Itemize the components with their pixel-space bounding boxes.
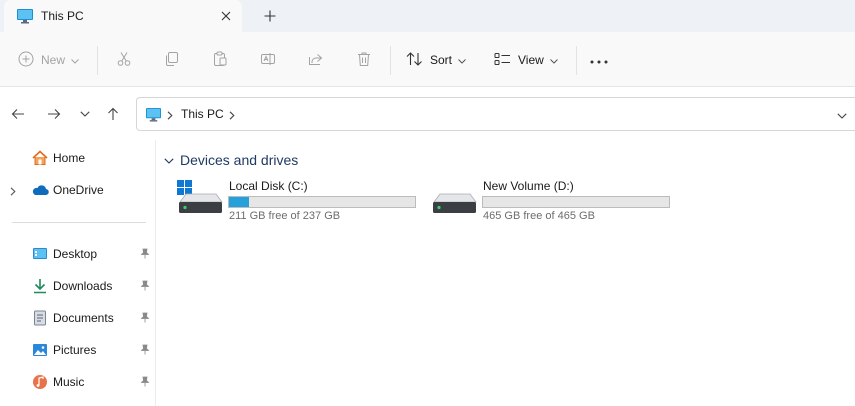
back-arrow-icon[interactable] xyxy=(9,105,27,123)
see-more-button[interactable] xyxy=(590,46,608,74)
add-icon xyxy=(18,51,34,70)
address-dropdown-chevron-icon[interactable] xyxy=(837,108,847,122)
pin-icon[interactable] xyxy=(140,248,150,262)
sidebar-item-home[interactable]: Home xyxy=(0,144,156,172)
sidebar-item-label: OneDrive xyxy=(53,183,104,197)
sidebar-item-music[interactable]: Music xyxy=(0,368,156,396)
new-label: New xyxy=(41,53,66,67)
rename-button[interactable] xyxy=(260,46,276,74)
address-bar[interactable]: This PC xyxy=(136,97,855,131)
drive-usage-fill xyxy=(229,197,250,207)
drive-name: Local Disk (C:) xyxy=(229,179,308,193)
view-label: View xyxy=(518,53,544,67)
tab-this-pc[interactable]: This PC xyxy=(4,0,242,32)
desktop-icon xyxy=(32,246,48,262)
group-title: Devices and drives xyxy=(180,152,299,168)
pin-icon[interactable] xyxy=(140,312,150,326)
cut-button[interactable] xyxy=(116,46,132,74)
sort-label: Sort xyxy=(430,53,453,67)
sidebar-item-label: Documents xyxy=(53,311,114,325)
system-drive-icon xyxy=(176,176,224,219)
sidebar-divider xyxy=(12,222,146,223)
onedrive-icon xyxy=(32,182,49,198)
chevron-right-icon[interactable] xyxy=(229,109,235,123)
tab-title: This PC xyxy=(41,9,84,23)
pin-icon[interactable] xyxy=(140,376,150,390)
recent-locations-chevron-icon[interactable] xyxy=(76,105,94,123)
sidebar-item-desktop[interactable]: Desktop xyxy=(0,240,156,268)
sidebar-item-onedrive[interactable]: OneDrive xyxy=(0,176,156,204)
downloads-icon xyxy=(32,278,48,294)
share-icon xyxy=(308,51,324,70)
chevron-right-icon[interactable] xyxy=(10,185,16,199)
sidebar-item-label: Downloads xyxy=(53,279,113,293)
home-icon xyxy=(32,150,48,166)
drive-item-d[interactable]: New Volume (D:) 465 GB free of 465 GB xyxy=(430,176,675,226)
drive-item-c[interactable]: Local Disk (C:) 211 GB free of 237 GB xyxy=(176,176,421,226)
paste-icon xyxy=(212,51,228,70)
copy-button[interactable] xyxy=(164,46,180,74)
drive-free-space: 465 GB free of 465 GB xyxy=(483,210,595,222)
forward-arrow-icon[interactable] xyxy=(45,105,63,123)
new-tab-icon[interactable] xyxy=(260,6,280,26)
chevron-right-icon[interactable] xyxy=(167,109,173,123)
this-pc-icon xyxy=(16,8,34,27)
trash-icon xyxy=(356,51,372,70)
this-pc-icon xyxy=(145,107,162,125)
paste-button[interactable] xyxy=(212,46,228,74)
navigation-pane: Home OneDrive Desktop Downloads Document… xyxy=(0,140,156,406)
delete-button[interactable] xyxy=(356,46,372,74)
documents-icon xyxy=(32,310,48,326)
toolbar-divider xyxy=(576,46,577,75)
breadcrumb-this-pc[interactable]: This PC xyxy=(181,107,224,121)
drive-free-space: 211 GB free of 237 GB xyxy=(229,210,341,222)
drive-usage-bar xyxy=(228,196,416,208)
rename-icon xyxy=(260,51,276,70)
sidebar-item-pictures[interactable]: Pictures xyxy=(0,336,156,364)
up-arrow-icon[interactable] xyxy=(104,105,122,123)
sidebar-item-label: Home xyxy=(53,151,86,165)
copy-icon xyxy=(164,51,180,70)
pictures-icon xyxy=(32,342,48,358)
new-button[interactable]: New xyxy=(18,46,79,74)
sidebar-item-label: Desktop xyxy=(53,247,98,261)
sidebar-item-label: Pictures xyxy=(53,343,97,357)
sidebar-item-label: Music xyxy=(53,375,85,389)
drive-usage-bar xyxy=(482,196,670,208)
share-button[interactable] xyxy=(308,46,324,74)
chevron-down-icon xyxy=(458,53,466,67)
devices-and-drives-header[interactable]: Devices and drives xyxy=(164,152,298,168)
view-icon xyxy=(494,51,511,70)
sort-button[interactable]: Sort xyxy=(406,46,466,74)
toolbar-divider xyxy=(390,46,391,75)
view-button[interactable]: View xyxy=(494,46,558,74)
chevron-down-icon xyxy=(71,53,79,67)
command-bar: New Sort View xyxy=(0,32,855,87)
sort-icon xyxy=(406,51,423,70)
drive-name: New Volume (D:) xyxy=(483,179,574,193)
sidebar-item-documents[interactable]: Documents xyxy=(0,304,156,332)
chevron-down-icon xyxy=(549,53,558,67)
sidebar-item-downloads[interactable]: Downloads xyxy=(0,272,156,300)
tab-strip: This PC xyxy=(0,0,855,32)
pin-icon[interactable] xyxy=(140,344,150,358)
chevron-down-icon xyxy=(164,153,174,167)
toolbar-divider xyxy=(97,46,98,75)
more-icon xyxy=(590,53,608,67)
cut-icon xyxy=(116,51,132,70)
pin-icon[interactable] xyxy=(140,280,150,294)
music-icon xyxy=(32,374,48,390)
drive-icon xyxy=(430,176,478,219)
close-tab-icon[interactable] xyxy=(216,6,236,26)
